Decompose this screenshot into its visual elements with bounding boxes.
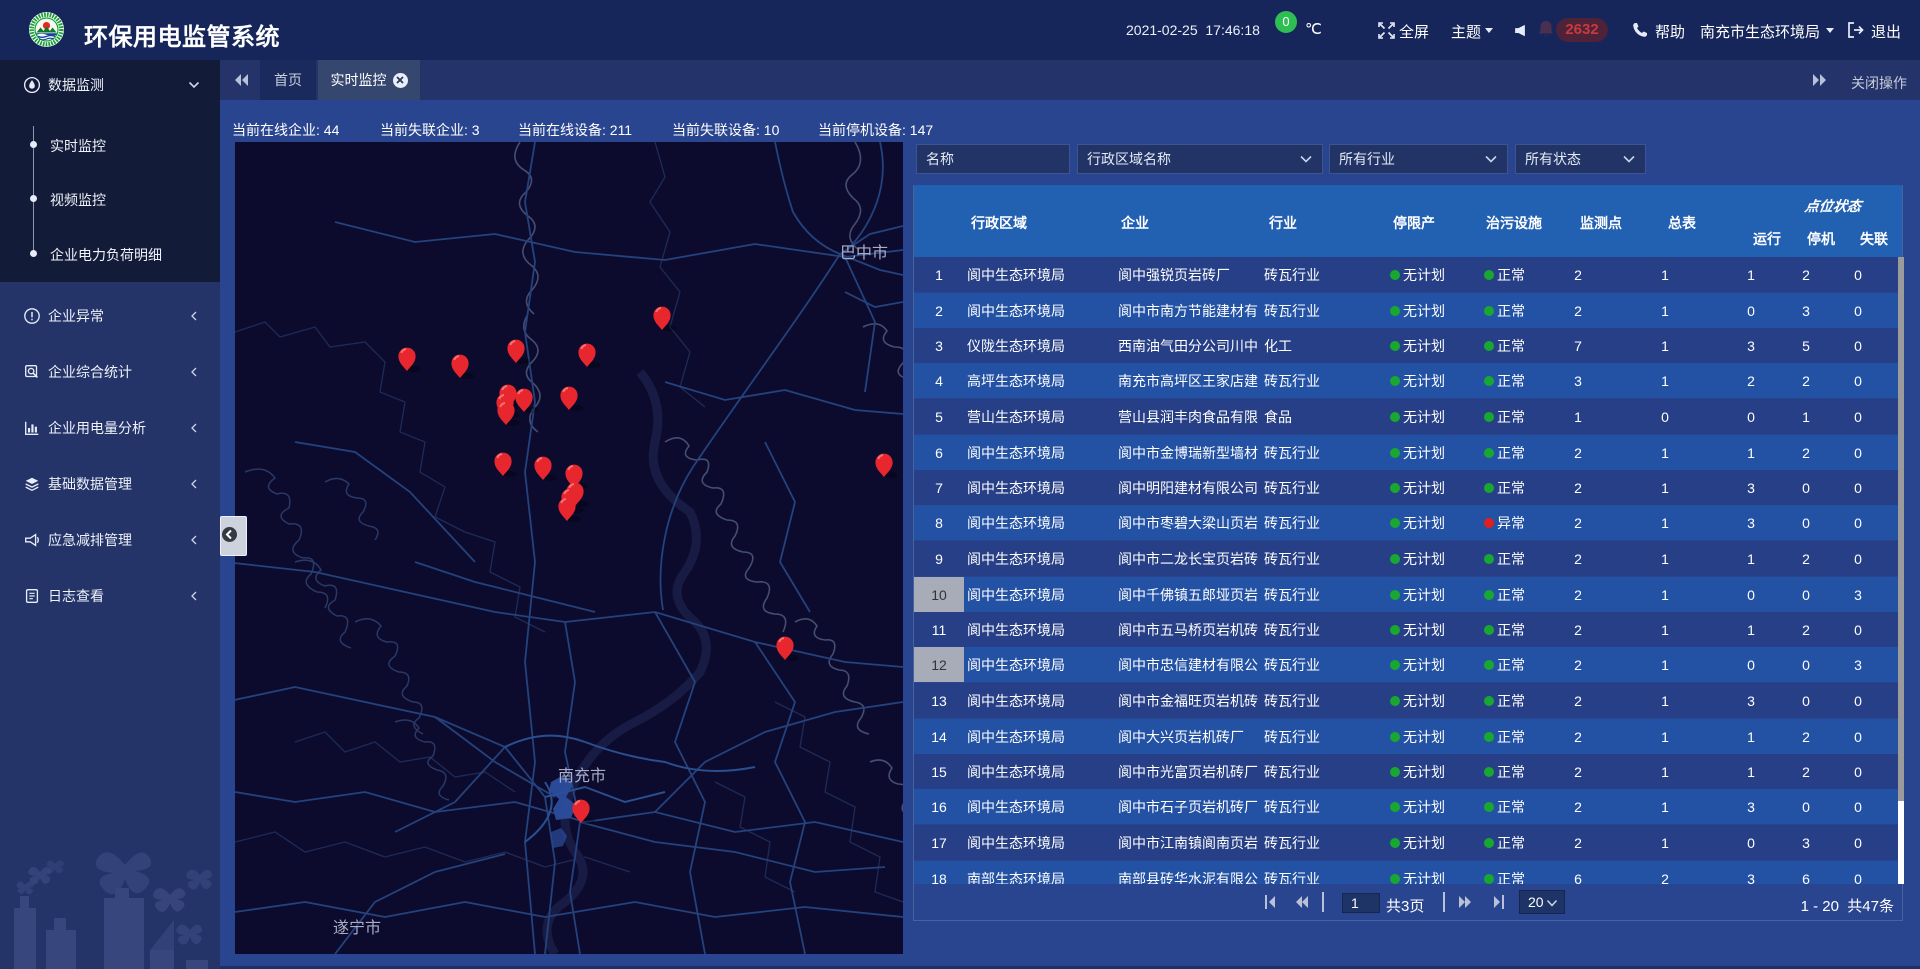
svg-text:遂宁市: 遂宁市: [333, 919, 381, 937]
svg-text:巴中市: 巴中市: [840, 244, 888, 262]
svg-text:南充市: 南充市: [558, 767, 606, 785]
